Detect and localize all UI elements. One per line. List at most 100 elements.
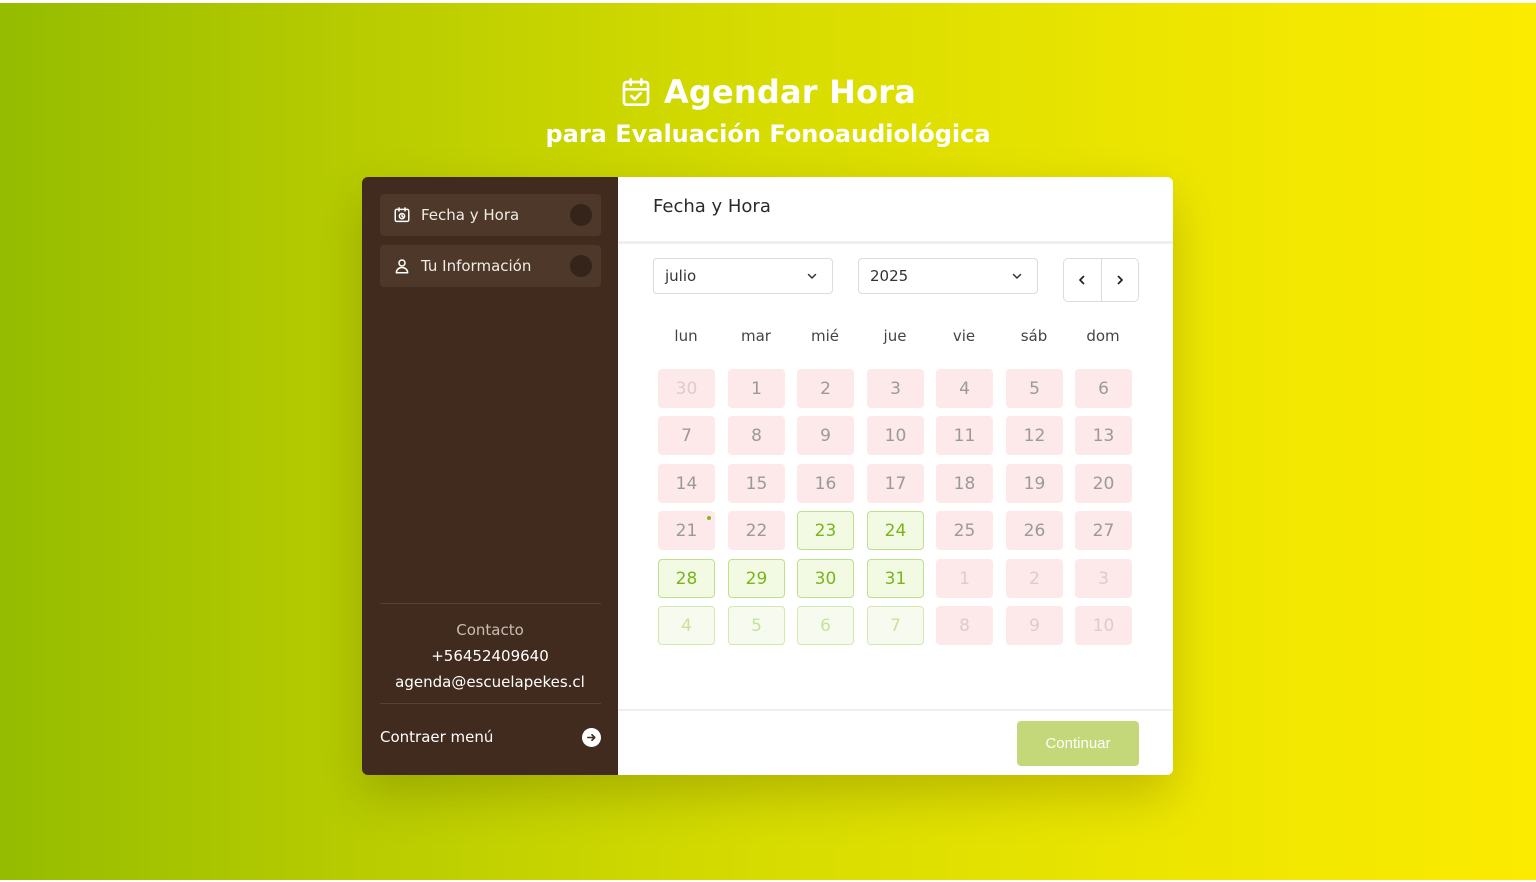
calendar-day-available[interactable]: 28	[658, 559, 715, 598]
calendar-day-unavailable: 13	[1075, 416, 1132, 455]
weekday-label: jue	[883, 327, 907, 345]
step-status-dot	[570, 255, 592, 277]
calendar-day-unavailable: 10	[867, 416, 924, 455]
prev-month-button[interactable]	[1064, 259, 1101, 301]
weekday-label: sáb	[1020, 327, 1048, 345]
day-number: 26	[1023, 520, 1046, 541]
calendar-day-unavailable: 11	[936, 416, 993, 455]
chevron-down-icon	[807, 273, 817, 279]
weekday-label: dom	[1086, 327, 1120, 345]
booking-card: Fecha y Hora Tu Información Contacto +56…	[362, 177, 1173, 775]
day-number: 20	[1092, 473, 1115, 494]
arrow-right-circle-icon	[582, 727, 601, 747]
calendar-day-available: 6	[797, 606, 854, 645]
contact-phone[interactable]: +56452409640	[362, 643, 618, 669]
day-number: 7	[890, 615, 901, 636]
calendar-day-unavailable: 9	[797, 416, 854, 455]
day-number: 9	[1029, 615, 1040, 636]
day-number: 8	[751, 425, 762, 446]
day-number: 23	[814, 520, 837, 541]
calendar-day-unavailable: 14	[658, 464, 715, 503]
footer-divider	[618, 709, 1173, 711]
month-nav	[1063, 258, 1139, 302]
day-number: 10	[1092, 615, 1115, 636]
calendar-day-unavailable: 18	[936, 464, 993, 503]
calendar-day-unavailable: 16	[797, 464, 854, 503]
calendar-day-unavailable: 19	[1006, 464, 1063, 503]
calendar-day-unavailable: 30	[658, 369, 715, 408]
page-header: Agendar Hora para Evaluación Fonoaudioló…	[0, 70, 1536, 148]
divider	[380, 603, 601, 604]
sidebar-item-label: Tu Información	[421, 257, 532, 275]
next-month-button[interactable]	[1100, 259, 1139, 301]
day-number: 6	[1098, 378, 1109, 399]
main-header: Fecha y Hora	[618, 177, 1173, 244]
calendar-day-unavailable: 8	[936, 606, 993, 645]
weekday-label: lun	[674, 327, 698, 345]
chevron-right-icon	[1117, 275, 1123, 285]
day-number: 21	[675, 520, 698, 541]
calendar-day-unavailable: 20	[1075, 464, 1132, 503]
calendar-day-available[interactable]: 23	[797, 511, 854, 550]
today-indicator	[707, 516, 711, 520]
calendar-day-unavailable: 2	[1006, 559, 1063, 598]
contact-email[interactable]: agenda@escuelapekes.cl	[362, 669, 618, 695]
calendar-day-unavailable: 4	[936, 369, 993, 408]
step-status-dot	[570, 204, 592, 226]
calendar-day-unavailable: 6	[1075, 369, 1132, 408]
day-number: 6	[820, 615, 831, 636]
chevron-left-icon	[1079, 275, 1085, 285]
calendar-day-available[interactable]: 31	[867, 559, 924, 598]
calendar-day-unavailable: 1	[728, 369, 785, 408]
day-number: 13	[1092, 425, 1115, 446]
year-select-value: 2025	[870, 267, 909, 285]
calendar-day-unavailable: 15	[728, 464, 785, 503]
day-number: 4	[959, 378, 970, 399]
calendar-day-unavailable: 12	[1006, 416, 1063, 455]
calendar-day-available[interactable]: 30	[797, 559, 854, 598]
sidebar-item-tu-informacion[interactable]: Tu Información	[380, 245, 601, 287]
year-select[interactable]: 2025	[858, 258, 1038, 294]
day-number: 9	[820, 425, 831, 446]
calendar-day-unavailable: 25	[936, 511, 993, 550]
calendar-day-unavailable: 22	[728, 511, 785, 550]
day-number: 25	[953, 520, 976, 541]
weekday-label: vie	[952, 327, 976, 345]
calendar-day-available: 7	[867, 606, 924, 645]
calendar-day-unavailable: 21	[658, 511, 715, 550]
sidebar: Fecha y Hora Tu Información Contacto +56…	[362, 177, 618, 775]
day-number: 18	[953, 473, 976, 494]
day-number: 7	[681, 425, 692, 446]
continue-button[interactable]: Continuar	[1017, 721, 1139, 766]
calendar-day-unavailable: 8	[728, 416, 785, 455]
divider	[380, 703, 601, 704]
day-number: 2	[820, 378, 831, 399]
weekday-label: mar	[741, 327, 771, 345]
weekday-header: lun mar mié jue vie sáb dom	[618, 327, 1173, 351]
day-number: 3	[1098, 568, 1109, 589]
day-number: 8	[959, 615, 970, 636]
day-number: 14	[675, 473, 698, 494]
calendar-check-icon	[622, 78, 650, 106]
calendar-day-unavailable: 5	[1006, 369, 1063, 408]
collapse-menu-button[interactable]: Contraer menú	[380, 723, 601, 751]
day-number: 1	[751, 378, 762, 399]
day-number: 30	[814, 568, 837, 589]
page-subtitle: para Evaluación Fonoaudiológica	[545, 120, 991, 148]
day-number: 15	[745, 473, 768, 494]
sidebar-item-fecha-hora[interactable]: Fecha y Hora	[380, 194, 601, 236]
contact-label: Contacto	[456, 621, 524, 639]
day-number: 2	[1029, 568, 1040, 589]
sidebar-item-label: Fecha y Hora	[421, 206, 520, 224]
day-number: 11	[953, 425, 976, 446]
calendar-day-available[interactable]: 29	[728, 559, 785, 598]
calendar-day-unavailable: 3	[1075, 559, 1132, 598]
month-select[interactable]: julio	[653, 258, 833, 294]
calendar-day-available[interactable]: 24	[867, 511, 924, 550]
chevron-down-icon	[1012, 273, 1022, 279]
calendar-day-unavailable: 26	[1006, 511, 1063, 550]
day-number: 28	[675, 568, 698, 589]
day-number: 5	[751, 615, 762, 636]
title-row: Agendar Hora	[0, 70, 1536, 114]
day-number: 29	[745, 568, 768, 589]
